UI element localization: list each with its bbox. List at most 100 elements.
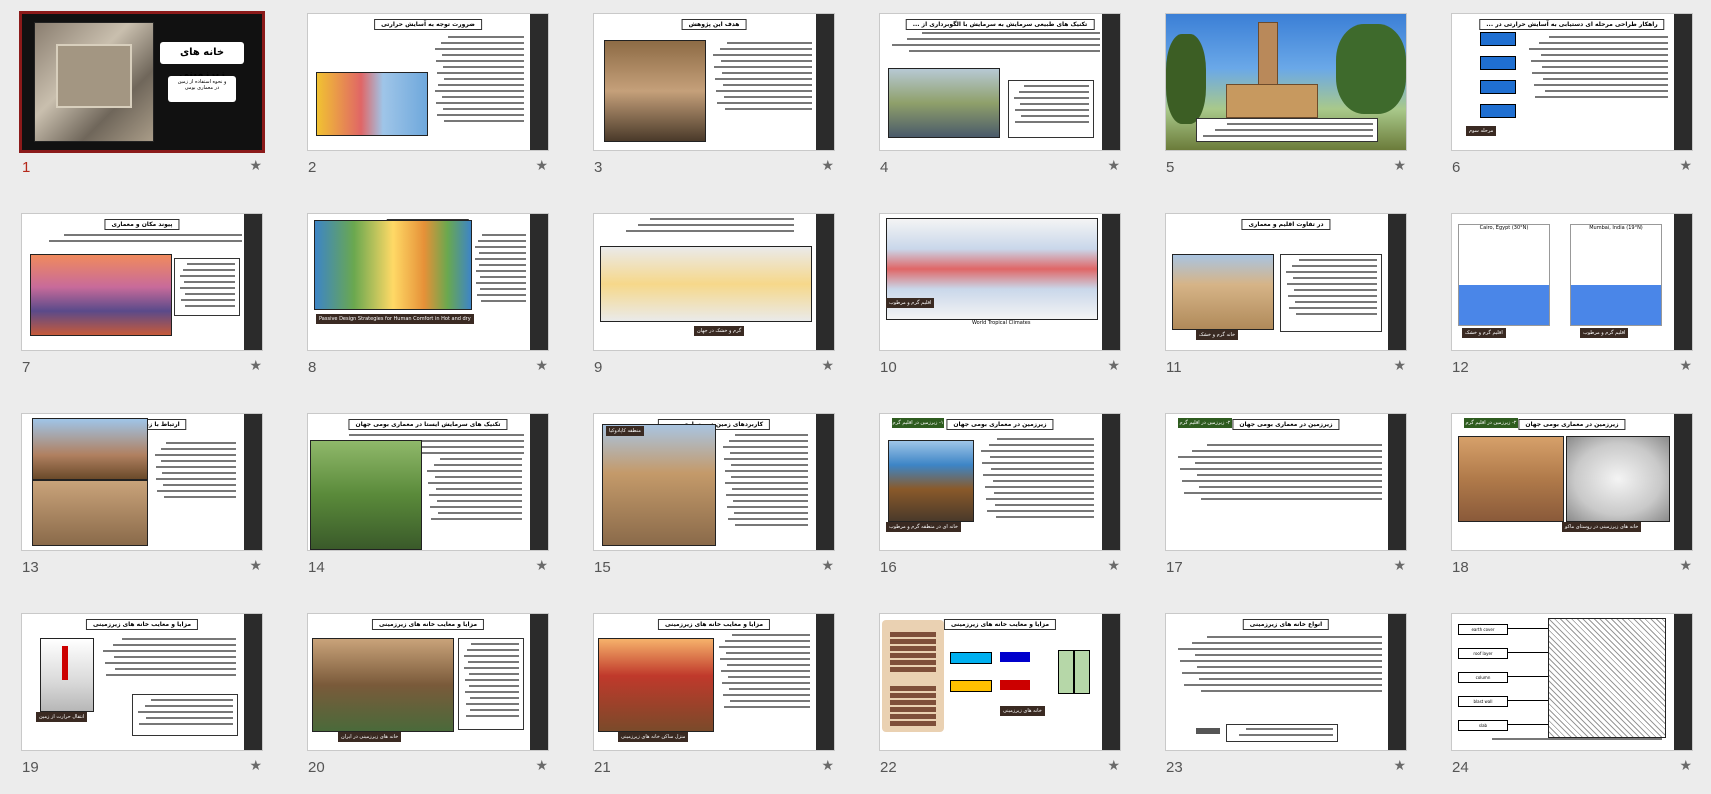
- slide-thumbnail-cell[interactable]: کاربردهای زمین در معماری بومیمنطقه کاپاد…: [594, 414, 834, 594]
- star-icon[interactable]: ★: [535, 558, 548, 574]
- slide-thumbnail-10[interactable]: اقلیم گرم و مرطوب World Tropical Climates: [880, 214, 1120, 350]
- star-icon[interactable]: ★: [1107, 358, 1120, 374]
- climate-chart: Mumbai, India (19°N): [1570, 224, 1662, 326]
- slide-number: 1: [22, 159, 31, 176]
- text-line: [1226, 123, 1373, 125]
- star-icon[interactable]: ★: [1679, 758, 1692, 774]
- star-icon[interactable]: ★: [535, 758, 548, 774]
- slide-thumbnail-cell[interactable]: زیرزمین در معماری بومی جهان ۱- زیرزمین در…: [880, 414, 1120, 594]
- slide-thumbnail-cell[interactable]: اقلیم گرم و مرطوب World Tropical Climates…: [880, 214, 1120, 394]
- text-line: [1539, 42, 1668, 44]
- text-line: [983, 474, 1094, 476]
- slide-thumbnail-cell[interactable]: زیرزمین در معماری بومی جهان ۲- زیرزمین در…: [1452, 414, 1692, 594]
- star-icon[interactable]: ★: [1679, 358, 1692, 374]
- star-icon[interactable]: ★: [249, 558, 262, 574]
- star-icon[interactable]: ★: [1393, 558, 1406, 574]
- slide-thumbnail-1[interactable]: خانه های زیرزمینی و نحوه استفاده از زمین د…: [22, 14, 262, 150]
- slide-thumbnail-cell[interactable]: در تفاوت اقلیم و معماری خانه گرم و خشک 11 ★: [1166, 214, 1406, 394]
- slide-thumbnail-17[interactable]: زیرزمین در معماری بومی جهان ۲- زیرزمین در…: [1166, 414, 1406, 550]
- star-icon[interactable]: ★: [249, 358, 262, 374]
- slide-thumbnail-cell[interactable]: گرم و خشک در جهان 9 ★: [594, 214, 834, 394]
- slide-thumbnail-4[interactable]: تکنیک های طبیعی سرمایش به سرمایش با الگو…: [880, 14, 1120, 150]
- text-line: [730, 464, 808, 466]
- slide-thumbnail-cell[interactable]: مزایا و معایب خانه های زیرزمینی انتقال حر…: [22, 614, 262, 794]
- text-line: [721, 60, 812, 62]
- text-lines: [1176, 636, 1382, 696]
- slide-caption: خانه گرم و خشک: [1196, 330, 1239, 340]
- slide-thumbnail-cell[interactable]: 5 ★: [1166, 14, 1406, 194]
- slide-thumbnail-cell[interactable]: راهکار طراحی مرحله ای دستیابی به آسایش ح…: [1452, 14, 1692, 194]
- slide-thumbnail-cell[interactable]: آسایش حرارتی و اقلیمPassive Design Strat…: [308, 214, 548, 394]
- slide-thumbnail-cell[interactable]: هدف این پژوهش 3 ★: [594, 14, 834, 194]
- slide-thumbnail-7[interactable]: پیوند مکان و معماری: [22, 214, 262, 350]
- slide-thumbnail-cell[interactable]: پیوند مکان و معماری 7 ★: [22, 214, 262, 394]
- star-icon[interactable]: ★: [249, 158, 262, 174]
- slide-thumbnail-cell[interactable]: مزایا و معایب خانه های زیرزمینی خانه های …: [308, 614, 548, 794]
- slide-thumbnail-13[interactable]: ارتباط با زمین در معماری: [22, 414, 262, 550]
- slide-thumbnail-22[interactable]: مزایا و معایب خانه های زیرزمینی خانه های …: [880, 614, 1120, 750]
- slide-sidebar-bar: [1674, 414, 1692, 550]
- slide-number: 6: [1452, 159, 1461, 176]
- star-icon[interactable]: ★: [1679, 158, 1692, 174]
- slide-thumbnail-3[interactable]: هدف این پژوهش: [594, 14, 834, 150]
- slide-thumbnail-2[interactable]: ضرورت توجه به آسایش حرارتی: [308, 14, 548, 150]
- text-line: [892, 44, 1100, 46]
- slide-number: 12: [1452, 359, 1469, 376]
- slide-thumbnail-cell[interactable]: ضرورت توجه به آسایش حرارتی 2 ★: [308, 14, 548, 194]
- text-line: [441, 42, 524, 44]
- star-icon[interactable]: ★: [1107, 758, 1120, 774]
- slide-thumbnail-14[interactable]: تکنیک های سرمایش ایستا در معماری بومی جه…: [308, 414, 548, 550]
- star-icon[interactable]: ★: [535, 158, 548, 174]
- star-icon[interactable]: ★: [1393, 358, 1406, 374]
- text-line: [733, 500, 808, 502]
- slide-thumbnail-23[interactable]: انواع خانه های زیرزمینی: [1166, 614, 1406, 750]
- slide-thumbnail-8[interactable]: آسایش حرارتی و اقلیمPassive Design Strat…: [308, 214, 548, 350]
- slide-thumbnail-19[interactable]: مزایا و معایب خانه های زیرزمینی انتقال حر…: [22, 614, 262, 750]
- text-line: [1239, 734, 1333, 736]
- star-icon[interactable]: ★: [821, 158, 834, 174]
- star-icon[interactable]: ★: [1679, 558, 1692, 574]
- star-icon[interactable]: ★: [821, 558, 834, 574]
- star-icon[interactable]: ★: [1107, 558, 1120, 574]
- text-line: [726, 494, 808, 496]
- slide-thumbnail-20[interactable]: مزایا و معایب خانه های زیرزمینی خانه های …: [308, 614, 548, 750]
- slide-thumbnail-16[interactable]: زیرزمین در معماری بومی جهان ۱- زیرزمین در…: [880, 414, 1120, 550]
- text-lines: [1231, 728, 1333, 740]
- star-icon[interactable]: ★: [1393, 758, 1406, 774]
- star-icon[interactable]: ★: [821, 758, 834, 774]
- slide-thumbnail-cell[interactable]: تکنیک های سرمایش ایستا در معماری بومی جه…: [308, 414, 548, 594]
- slide-thumbnail-cell[interactable]: مزایا و معایب خانه های زیرزمینی خانه های …: [880, 614, 1120, 794]
- text-line: [114, 656, 236, 658]
- text-line: [184, 281, 235, 283]
- text-line: [1535, 96, 1668, 98]
- slide-thumbnail-9[interactable]: گرم و خشک در جهان: [594, 214, 834, 350]
- slide-thumbnail-cell[interactable]: خانه های زیرزمینی و نحوه استفاده از زمین د…: [22, 14, 262, 194]
- star-icon[interactable]: ★: [249, 758, 262, 774]
- star-icon[interactable]: ★: [1107, 158, 1120, 174]
- star-icon[interactable]: ★: [821, 358, 834, 374]
- slide-thumbnail-cell[interactable]: ارتباط با زمین در معماری 13 ★: [22, 414, 262, 594]
- slide-thumbnail-cell[interactable]: مزایا و معایب خانه های زیرزمینی منزل ساکن…: [594, 614, 834, 794]
- text-line: [729, 700, 810, 702]
- slide-5-text: [1201, 123, 1373, 141]
- slide-thumbnail-cell[interactable]: earth cover roof layer column blast wall sla…: [1452, 614, 1692, 794]
- text-line: [137, 711, 233, 713]
- text-lines: [32, 234, 242, 246]
- slide-thumbnail-cell[interactable]: تکنیک های طبیعی سرمایش به سرمایش با الگو…: [880, 14, 1120, 194]
- text-line: [713, 54, 812, 56]
- slide-thumbnail-6[interactable]: راهکار طراحی مرحله ای دستیابی به آسایش ح…: [1452, 14, 1692, 150]
- slide-thumbnail-cell[interactable]: زیرزمین در معماری بومی جهان ۲- زیرزمین در…: [1166, 414, 1406, 594]
- slide-thumbnail-5[interactable]: [1166, 14, 1406, 150]
- star-icon[interactable]: ★: [535, 358, 548, 374]
- slide-thumbnail-15[interactable]: کاربردهای زمین در معماری بومیمنطقه کاپاد…: [594, 414, 834, 550]
- slide-thumbnail-cell[interactable]: Cairo, Egypt (30°N) Mumbai, India (19°N) ا…: [1452, 214, 1692, 394]
- star-icon[interactable]: ★: [1393, 158, 1406, 174]
- slide-thumbnail-11[interactable]: در تفاوت اقلیم و معماری خانه گرم و خشک: [1166, 214, 1406, 350]
- slide-thumbnail-21[interactable]: مزایا و معایب خانه های زیرزمینی منزل ساکن…: [594, 614, 834, 750]
- slide-thumbnail-18[interactable]: زیرزمین در معماری بومی جهان ۲- زیرزمین در…: [1452, 414, 1692, 550]
- slide-thumbnail-cell[interactable]: انواع خانه های زیرزمینی 23 ★: [1166, 614, 1406, 794]
- slide-thumbnail-24[interactable]: earth cover roof layer column blast wall sla…: [1452, 614, 1692, 750]
- text-line: [1180, 468, 1382, 470]
- text-line: [437, 512, 522, 514]
- slide-thumbnail-12[interactable]: Cairo, Egypt (30°N) Mumbai, India (19°N) ا…: [1452, 214, 1692, 350]
